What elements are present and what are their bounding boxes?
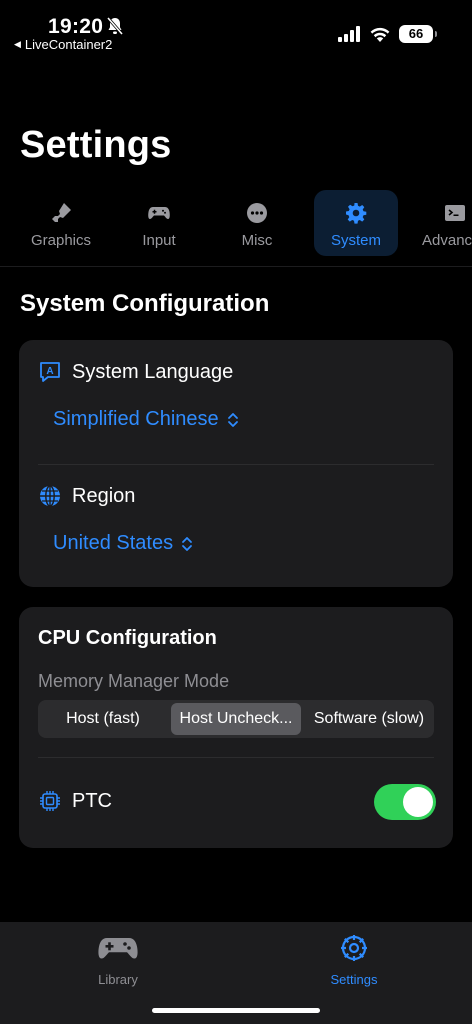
tabbar-label: Library — [98, 972, 138, 987]
cpu-config-title: CPU Configuration — [38, 627, 217, 649]
svg-text:A: A — [46, 366, 53, 377]
back-triangle-icon: ◀ — [14, 39, 21, 49]
tab-advanced[interactable]: Advanc — [412, 190, 472, 256]
cpu-config-card: CPU Configuration Memory Manager Mode Ho… — [19, 607, 453, 848]
home-indicator[interactable] — [152, 1008, 320, 1013]
tab-label: Advanc — [422, 232, 472, 249]
segment-host-fast[interactable]: Host (fast) — [38, 700, 168, 738]
system-config-card: A System Language Simplified Chinese Reg… — [19, 340, 453, 587]
ptc-label: PTC — [72, 789, 112, 812]
gamecontroller-icon — [98, 938, 138, 959]
back-to-app-link[interactable]: ◀ LiveContainer2 — [14, 37, 112, 52]
system-language-label: System Language — [72, 360, 234, 383]
terminal-icon — [445, 205, 465, 221]
gear-icon — [341, 935, 367, 961]
memory-manager-mode-segmented-control: Host (fast) Host Uncheck... Software (sl… — [38, 700, 434, 738]
gamecontroller-icon — [148, 207, 170, 219]
system-language-picker[interactable]: Simplified Chinese — [53, 408, 239, 431]
segment-software-slow[interactable]: Software (slow) — [304, 700, 434, 738]
settings-category-tabs: Graphics Input Misc System Advanc — [0, 190, 472, 258]
gear-icon — [346, 203, 367, 224]
status-bar: 19:20 ◀ LiveContainer2 66 — [0, 0, 472, 60]
tab-label: Input — [142, 232, 176, 249]
ptc-toggle[interactable] — [374, 784, 436, 820]
tab-graphics[interactable]: Graphics — [19, 190, 103, 256]
page-title: Settings — [20, 124, 172, 166]
tab-label: Graphics — [30, 232, 92, 249]
card-divider — [38, 757, 434, 758]
language-bubble-icon: A — [40, 362, 60, 382]
wifi-icon — [370, 27, 390, 42]
tabbar-library[interactable]: Library — [63, 932, 173, 987]
battery-indicator: 66 — [399, 25, 437, 43]
memory-manager-mode-label: Memory Manager Mode — [38, 671, 230, 691]
tab-misc[interactable]: Misc — [215, 190, 299, 256]
status-time: 19:20 — [48, 15, 104, 38]
bell-slash-icon — [106, 17, 124, 35]
tabbar-settings[interactable]: Settings — [299, 932, 409, 987]
region-label: Region — [72, 484, 136, 507]
region-picker[interactable]: United States — [53, 532, 193, 555]
back-app-label: LiveContainer2 — [24, 37, 113, 52]
region-value: United States — [53, 532, 174, 554]
toggle-knob — [403, 787, 433, 817]
tab-label: Misc — [241, 232, 273, 249]
section-title: System Configuration — [20, 290, 270, 317]
card-divider — [38, 464, 434, 465]
segment-host-unchecked[interactable]: Host Uncheck... — [171, 703, 301, 735]
globe-icon — [40, 485, 60, 507]
chevron-up-down-icon — [227, 412, 238, 427]
cpu-chip-icon — [40, 791, 60, 811]
tab-input[interactable]: Input — [117, 190, 201, 256]
system-language-value: Simplified Chinese — [53, 408, 219, 430]
ptc-row: PTC — [38, 789, 112, 813]
region-row: Region — [38, 484, 135, 508]
system-language-row: A System Language — [38, 360, 233, 384]
ellipsis-circle-icon — [247, 203, 267, 223]
paintbrush-icon — [52, 203, 71, 222]
tabs-divider — [0, 266, 472, 267]
chevron-up-down-icon — [182, 536, 192, 551]
tab-system[interactable]: System — [314, 190, 398, 256]
tabbar-label: Settings — [330, 972, 378, 987]
tab-label: System — [330, 232, 381, 249]
cellular-signal-icon — [338, 26, 360, 42]
